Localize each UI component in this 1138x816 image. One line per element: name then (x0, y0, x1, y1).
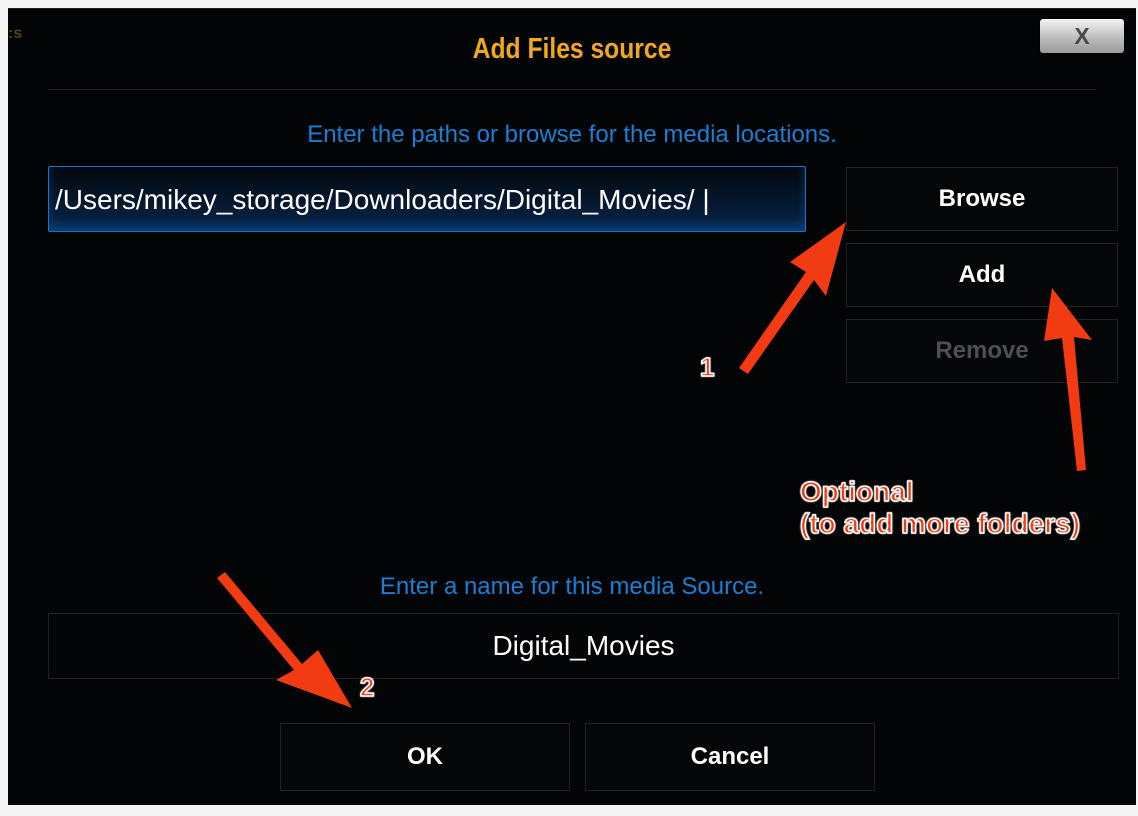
optional-note: Optional (to add more folders) (799, 475, 1081, 540)
red-arrow-icon (739, 222, 846, 374)
optional-note-line1: Optional (799, 475, 914, 508)
annotation-arrows (217, 222, 1092, 708)
red-arrow-icon (1044, 288, 1092, 471)
optional-note-line2: (to add more folders) (799, 507, 1081, 540)
red-arrow-icon (217, 572, 352, 708)
step-1-label: 1 (699, 351, 715, 383)
step-2-label: 2 (359, 671, 375, 703)
